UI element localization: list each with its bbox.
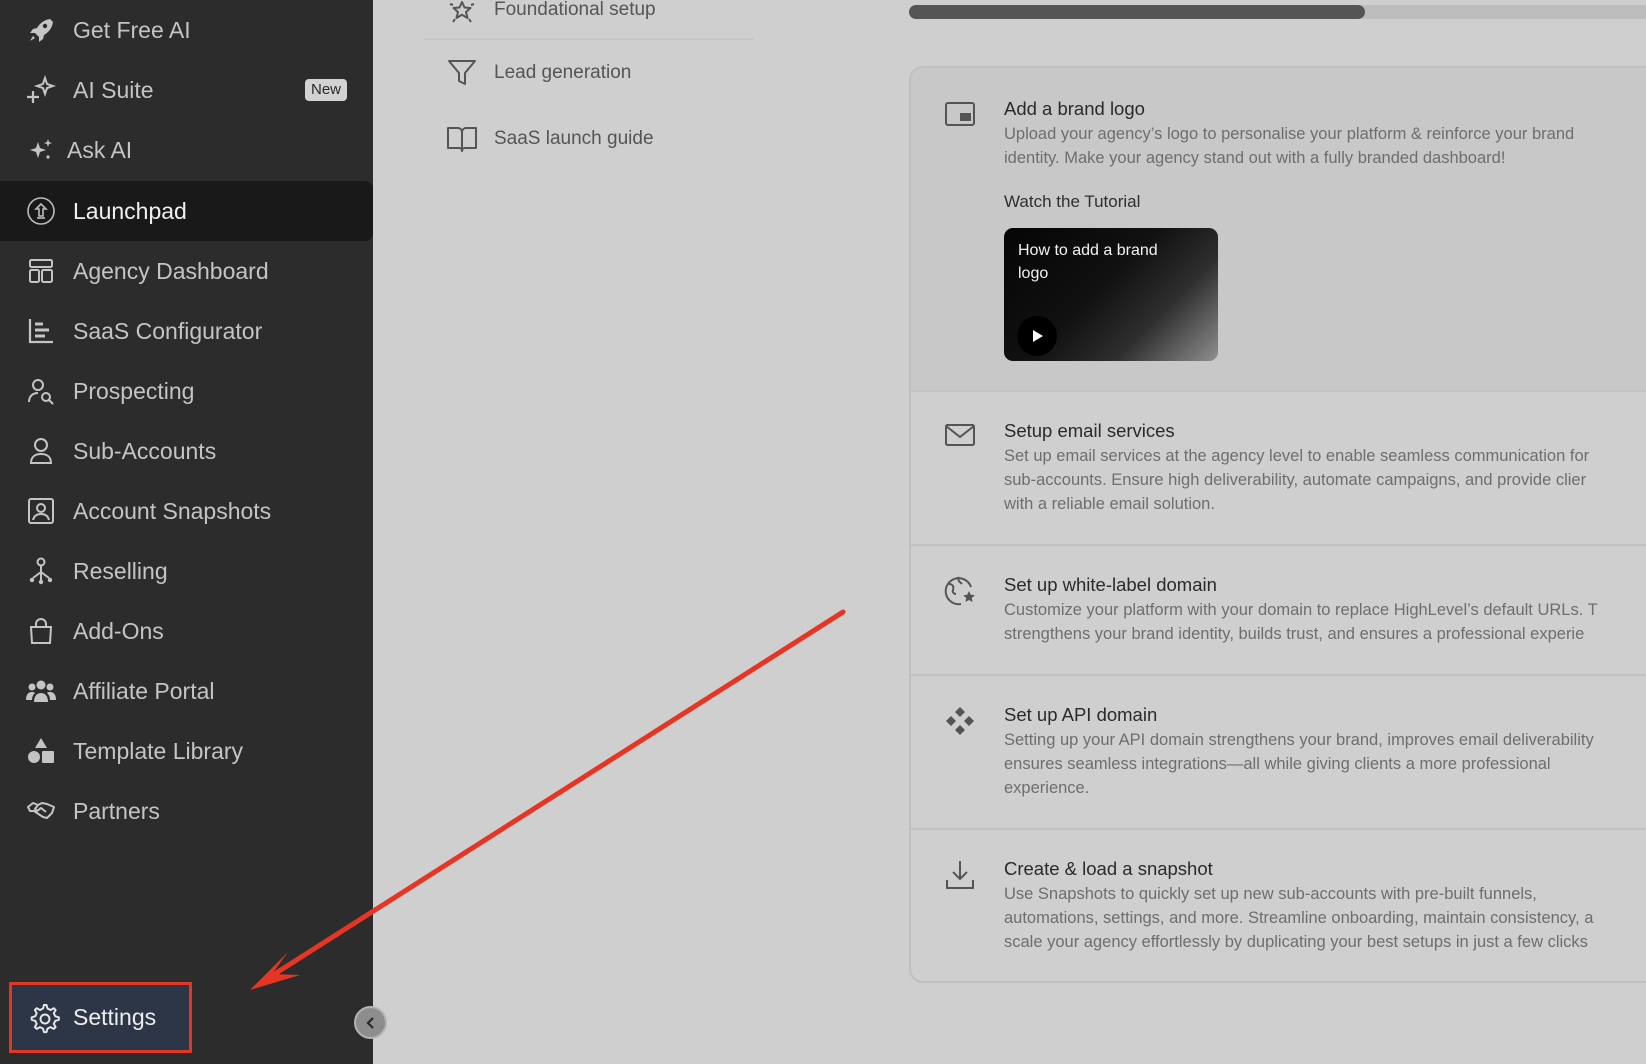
guide-item-label: SaaS launch guide	[494, 128, 654, 149]
video-title: How to add a brand logo	[1018, 242, 1158, 282]
bar-chart-icon	[26, 316, 56, 346]
sidebar-item-prospecting[interactable]: Prospecting	[0, 361, 373, 421]
collapse-sidebar-button[interactable]	[354, 1006, 387, 1039]
guide-item-label: Foundational setup	[494, 0, 656, 20]
steps-card: Add a brand logo Upload your agency’s lo…	[909, 66, 1646, 983]
sidebar-item-add-ons[interactable]: Add-Ons	[0, 601, 373, 661]
step-white-label-domain[interactable]: Set up white-label domain Customize your…	[911, 546, 1646, 674]
sidebar-item-label: Sub-Accounts	[73, 438, 217, 464]
step-title: Setup email services	[1004, 420, 1175, 441]
bag-icon	[26, 616, 56, 646]
chevron-left-icon	[365, 1016, 374, 1029]
sidebar-item-account-snapshots[interactable]: Account Snapshots	[0, 481, 373, 541]
step-description: Customize your platform with your domain…	[1004, 601, 1598, 643]
step-title: Add a brand logo	[1004, 98, 1145, 119]
sidebar-item-label: Launchpad	[73, 198, 187, 224]
divider	[424, 38, 754, 40]
play-button[interactable]	[1017, 316, 1057, 356]
sidebar-item-sub-accounts[interactable]: Sub-Accounts	[0, 421, 373, 481]
progress-bar	[909, 5, 1646, 19]
sidebar-item-label: Agency Dashboard	[73, 258, 269, 284]
sidebar-item-get-free-ai[interactable]: Get Free AI	[0, 0, 373, 60]
sidebar-item-label: Prospecting	[73, 378, 195, 404]
step-title: Set up white-label domain	[1004, 574, 1217, 595]
envelope-icon	[945, 424, 975, 446]
handshake-icon	[26, 796, 56, 826]
launchpad-icon	[26, 196, 56, 226]
guide-item-label: Lead generation	[494, 62, 632, 83]
user-search-icon	[26, 376, 56, 406]
step-description: Upload your agency’s logo to personalise…	[1004, 125, 1575, 167]
globe-star-icon	[944, 576, 975, 606]
step-create-load-snapshot[interactable]: Create & load a snapshot Use Snapshots t…	[911, 830, 1646, 981]
step-setup-email-services[interactable]: Setup email services Set up email servic…	[911, 392, 1646, 544]
funnel-icon	[448, 60, 476, 85]
step-title: Create & load a snapshot	[1004, 858, 1213, 879]
brand-logo-icon	[945, 102, 975, 126]
step-description: Use Snapshots to quickly set up new sub-…	[1004, 885, 1594, 951]
step-api-domain[interactable]: Set up API domain Setting up your API do…	[911, 676, 1646, 828]
step-add-brand-logo[interactable]: Add a brand logo Upload your agency’s lo…	[911, 68, 1646, 390]
sidebar-item-label: Add-Ons	[73, 618, 164, 644]
portrait-icon	[26, 496, 56, 526]
user-icon	[26, 436, 56, 466]
sidebar-item-label: AI Suite	[73, 77, 154, 103]
book-icon	[447, 127, 477, 152]
network-icon	[26, 556, 56, 586]
tutorial-video-thumbnail[interactable]: How to add a brand logo	[1004, 228, 1218, 361]
step-description: Set up email services at the agency leve…	[1004, 447, 1590, 513]
new-badge: New	[304, 79, 347, 101]
sidebar-item-template-library[interactable]: Template Library	[0, 721, 373, 781]
progress-bar-fill	[909, 5, 1365, 19]
sparkles-icon	[26, 135, 56, 165]
play-icon	[1033, 330, 1043, 342]
guide-item-foundational-setup[interactable]: Foundational setup	[446, 0, 656, 30]
sidebar-item-launchpad[interactable]: Launchpad	[0, 181, 373, 241]
sidebar-item-label: Partners	[73, 798, 160, 824]
rocket-icon	[26, 15, 56, 45]
api-diamond-icon	[946, 707, 974, 735]
download-icon	[946, 861, 974, 889]
sidebar-item-reselling[interactable]: Reselling	[0, 541, 373, 601]
sidebar-item-label: SaaS Configurator	[73, 318, 263, 344]
sidebar-item-ask-ai[interactable]: Ask AI	[0, 120, 373, 180]
sidebar-item-label: Template Library	[73, 738, 244, 764]
sidebar-item-label: Get Free AI	[73, 17, 191, 43]
sidebar-item-saas-configurator[interactable]: SaaS Configurator	[0, 301, 373, 361]
sidebar-item-ai-suite[interactable]: AI Suite New	[0, 60, 373, 120]
sidebar-item-agency-dashboard[interactable]: Agency Dashboard	[0, 241, 373, 301]
step-title: Set up API domain	[1004, 704, 1158, 725]
guide-item-lead-generation[interactable]: Lead generation	[446, 53, 631, 93]
dashboard-icon	[26, 256, 56, 286]
sidebar-item-label: Account Snapshots	[73, 498, 272, 524]
sidebar-item-partners[interactable]: Partners	[0, 781, 373, 841]
gear-icon	[30, 1004, 60, 1034]
sidebar: Get Free AI AI Suite New Ask AI Launchpa…	[0, 0, 387, 1064]
shapes-icon	[26, 736, 56, 766]
guide-item-saas-launch-guide[interactable]: SaaS launch guide	[446, 119, 654, 159]
tutorial-label: Watch the Tutorial	[1004, 192, 1141, 211]
sidebar-item-label: Affiliate Portal	[73, 678, 215, 704]
sidebar-item-affiliate-portal[interactable]: Affiliate Portal	[0, 661, 373, 721]
sidebar-item-label: Ask AI	[67, 137, 133, 163]
users-icon	[26, 676, 56, 706]
step-description: Setting up your API domain strengthens y…	[1004, 731, 1594, 797]
star-sparkle-icon	[449, 1, 475, 23]
settings-label: Settings	[73, 1004, 157, 1030]
sparkle-plus-icon	[26, 75, 56, 105]
sidebar-item-label: Reselling	[73, 558, 168, 584]
settings-button[interactable]: Settings	[9, 982, 192, 1053]
